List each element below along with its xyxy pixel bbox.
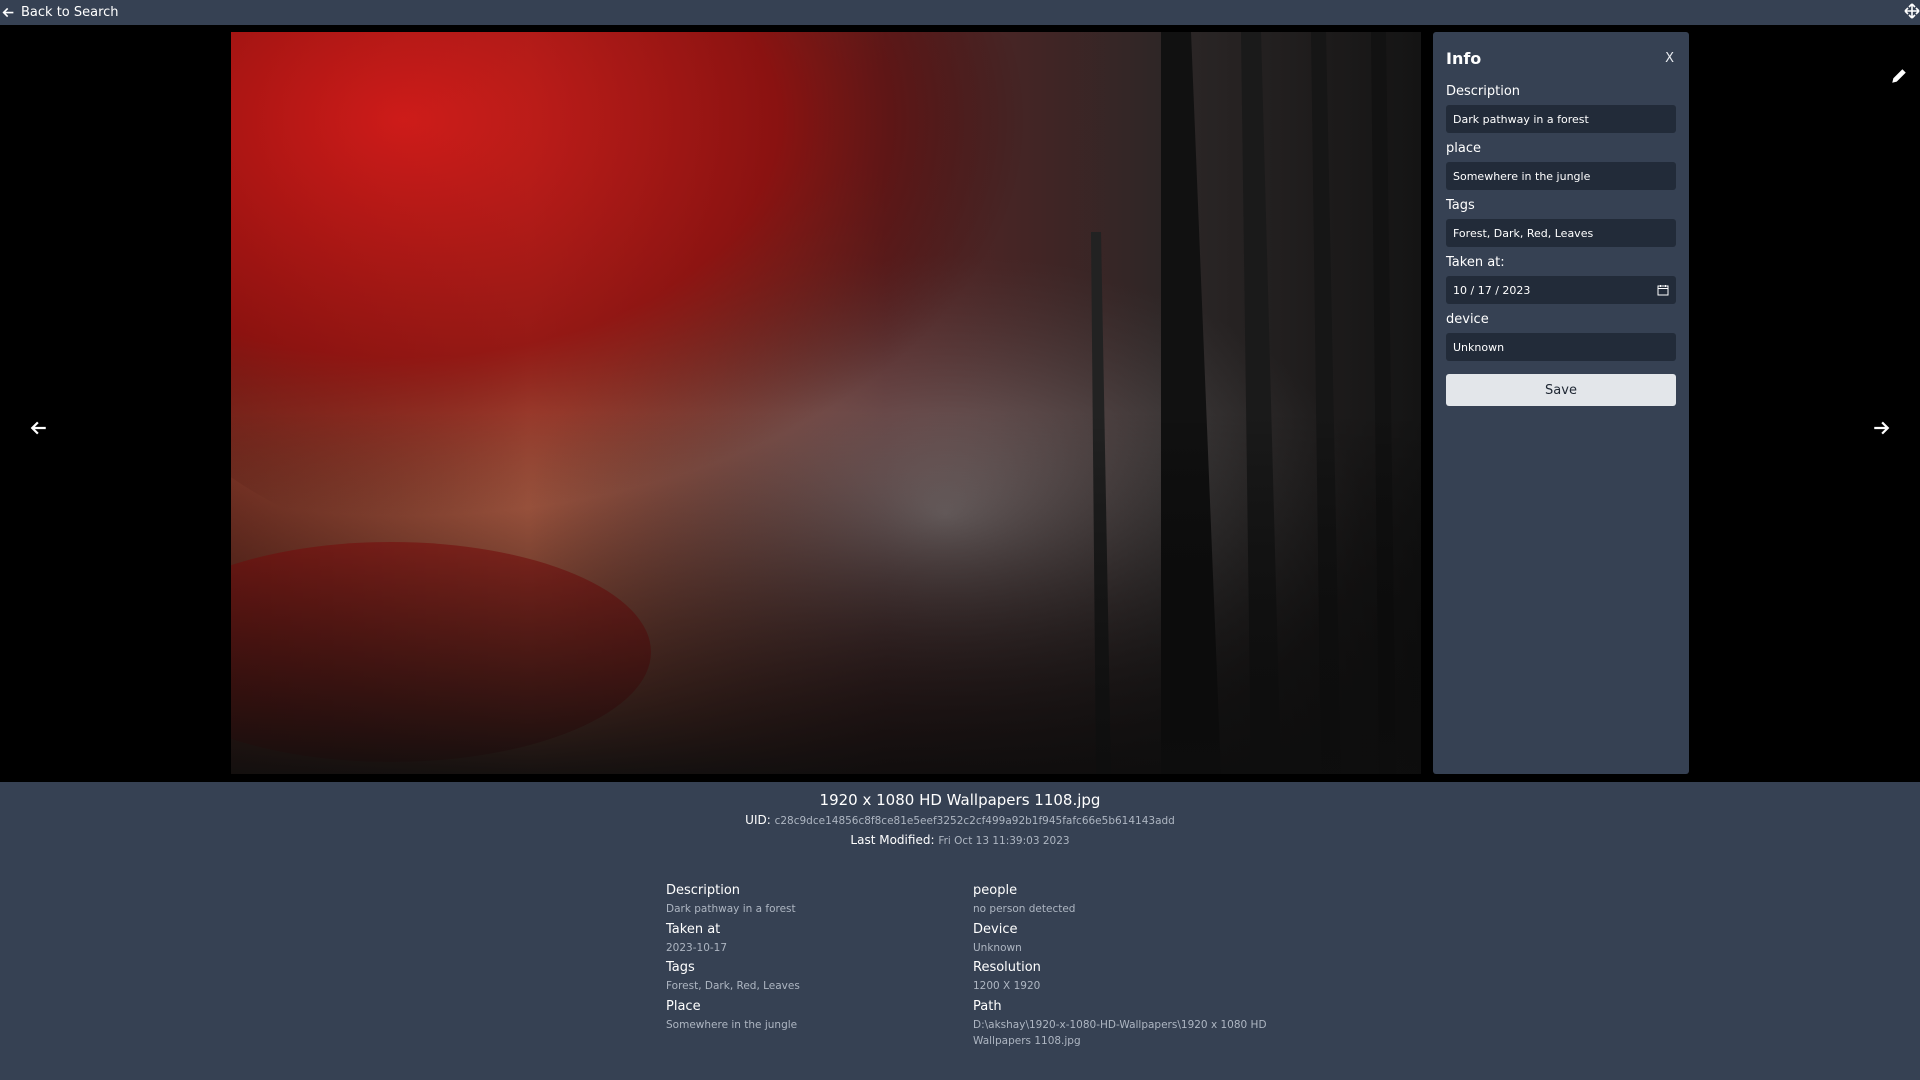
top-bar: Back to Search: [0, 0, 1920, 25]
meta-key: Device: [973, 922, 1018, 937]
meta-value: Somewhere in the jungle: [666, 1019, 798, 1031]
uid-value: c28c9dce14856c8f8ce81e5eef3252c2cf499a92…: [774, 815, 1175, 827]
meta-key: Tags: [666, 960, 695, 975]
last-modified-value: Fri Oct 13 11:39:03 2023: [938, 835, 1070, 847]
last-modified-label: Last Modified:: [850, 833, 935, 847]
description-field[interactable]: [1446, 105, 1676, 133]
meta-key: people: [973, 883, 1018, 898]
close-info-button[interactable]: X: [1665, 51, 1676, 66]
meta-path: Path D:\akshay\1920-x-1080-HD-Wallpapers…: [973, 999, 1273, 1049]
meta-value: D:\akshay\1920-x-1080-HD-Wallpapers\1920…: [973, 1019, 1267, 1047]
calendar-icon[interactable]: [1657, 284, 1669, 296]
next-image-icon[interactable]: [1872, 419, 1890, 437]
tags-label: Tags: [1446, 198, 1475, 213]
device-label: device: [1446, 312, 1489, 327]
metadata-section: 1920 x 1080 HD Wallpapers 1108.jpg UID: …: [0, 782, 1920, 1080]
description-label: Description: [1446, 84, 1521, 99]
meta-key: Path: [973, 999, 1002, 1014]
tags-field[interactable]: [1446, 219, 1676, 247]
tags-input[interactable]: [1453, 226, 1669, 240]
place-label: place: [1446, 141, 1481, 156]
meta-value: 1200 X 1920: [973, 980, 1041, 992]
expand-icon[interactable]: [1904, 3, 1920, 19]
back-to-search-link[interactable]: Back to Search: [0, 5, 119, 20]
meta-value: no person detected: [973, 903, 1076, 915]
taken-at-label: Taken at:: [1446, 255, 1505, 270]
meta-description: Description Dark pathway in a forest: [666, 883, 796, 917]
info-panel: Info X Description place Tags Taken at: …: [1433, 32, 1689, 774]
uid-line: UID: c28c9dce14856c8f8ce81e5eef3252c2cf4…: [0, 813, 1920, 827]
save-button[interactable]: Save: [1446, 374, 1676, 406]
meta-value: Dark pathway in a forest: [666, 903, 796, 915]
photo-preview: [231, 32, 1421, 774]
description-input[interactable]: [1453, 112, 1669, 126]
meta-value: Forest, Dark, Red, Leaves: [666, 980, 800, 992]
meta-key: Taken at: [666, 922, 721, 937]
meta-tags: Tags Forest, Dark, Red, Leaves: [666, 960, 800, 994]
previous-image-icon[interactable]: [30, 419, 48, 437]
meta-key: Place: [666, 999, 701, 1014]
meta-device: Device Unknown: [973, 922, 1273, 956]
taken-at-field[interactable]: 10 / 17 / 2023: [1446, 276, 1676, 304]
device-field[interactable]: [1446, 333, 1676, 361]
meta-key: Resolution: [973, 960, 1041, 975]
meta-taken-at: Taken at 2023-10-17: [666, 922, 727, 956]
place-field[interactable]: [1446, 162, 1676, 190]
meta-value: Unknown: [973, 942, 1022, 954]
info-title: Info: [1446, 48, 1482, 68]
info-header: Info X: [1446, 32, 1676, 84]
last-modified-line: Last Modified: Fri Oct 13 11:39:03 2023: [0, 833, 1920, 847]
file-name: 1920 x 1080 HD Wallpapers 1108.jpg: [819, 791, 1101, 809]
meta-key: Description: [666, 883, 741, 898]
taken-at-value: 10 / 17 / 2023: [1453, 283, 1531, 297]
meta-people: people no person detected: [973, 883, 1273, 917]
arrow-left-icon: [2, 7, 14, 18]
back-label: Back to Search: [21, 5, 119, 20]
device-input[interactable]: [1453, 340, 1669, 354]
meta-place: Place Somewhere in the jungle: [666, 999, 797, 1033]
pencil-icon[interactable]: [1890, 67, 1908, 85]
place-input[interactable]: [1453, 169, 1669, 183]
meta-value: 2023-10-17: [666, 942, 728, 954]
uid-label: UID:: [745, 813, 771, 827]
meta-resolution: Resolution 1200 X 1920: [973, 960, 1273, 994]
